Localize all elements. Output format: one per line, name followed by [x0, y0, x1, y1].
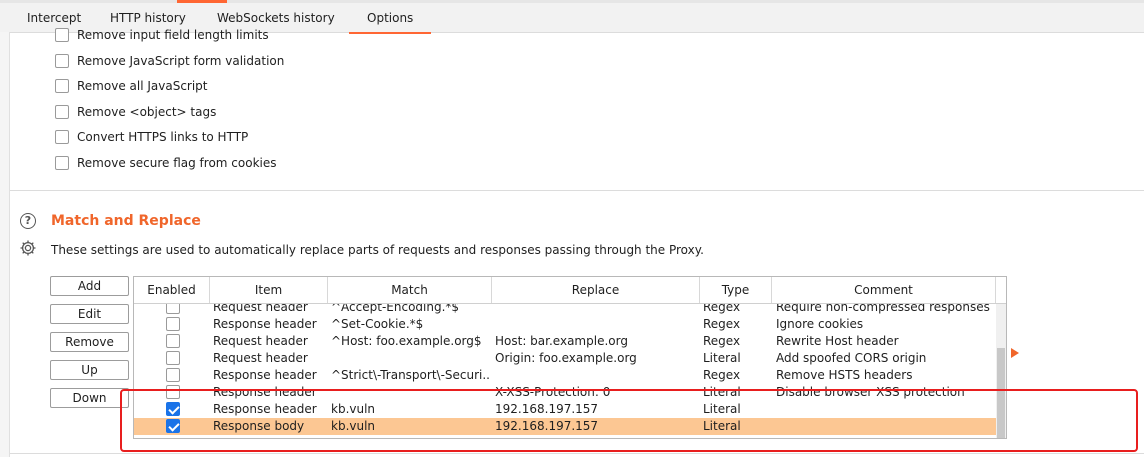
cell-item: Response header	[213, 317, 317, 331]
checkbox[interactable]	[55, 54, 69, 68]
section-divider	[10, 190, 1144, 191]
option-remove-object-tags[interactable]: Remove <object> tags	[55, 104, 216, 120]
tab-options[interactable]: Options	[348, 11, 432, 34]
table-row[interactable]: Request header ^Host: foo.example.org$ H…	[134, 333, 996, 350]
table-header: Enabled Item Match Replace Type Comment	[134, 277, 1006, 304]
row-enabled-checkbox[interactable]	[166, 334, 180, 348]
edit-button[interactable]: Edit	[50, 304, 129, 324]
checkbox[interactable]	[55, 156, 69, 170]
cell-type: Regex	[703, 368, 741, 382]
option-label: Remove <object> tags	[77, 105, 217, 119]
expand-arrow-icon[interactable]	[1011, 348, 1019, 358]
cell-item: Request header	[213, 334, 308, 348]
column-header-match[interactable]: Match	[328, 277, 492, 303]
annotation-highlight	[120, 389, 1138, 452]
table-row[interactable]: Request header Origin: foo.example.org L…	[134, 350, 996, 367]
cell-comment: Remove HSTS headers	[776, 368, 913, 382]
column-header-comment[interactable]: Comment	[772, 277, 996, 303]
cell-match: ^Host: foo.example.org$	[331, 334, 482, 348]
checkbox[interactable]	[55, 79, 69, 93]
tab-http-history[interactable]: HTTP history	[110, 11, 186, 25]
tab-intercept[interactable]: Intercept	[27, 11, 81, 25]
option-convert-https-links[interactable]: Convert HTTPS links to HTTP	[55, 129, 248, 145]
table-row[interactable]: Response header ^Set-Cookie.*$ Regex Ign…	[134, 316, 996, 333]
cell-comment: Rewrite Host header	[776, 334, 899, 348]
column-header-type[interactable]: Type	[700, 277, 772, 303]
option-remove-secure-flag[interactable]: Remove secure flag from cookies	[55, 155, 277, 171]
option-label: Remove secure flag from cookies	[77, 156, 277, 170]
cell-type: Regex	[703, 334, 741, 348]
cell-type: Literal	[703, 351, 741, 365]
cell-item: Response header	[213, 368, 317, 382]
tab-websockets-history[interactable]: WebSockets history	[217, 11, 335, 25]
cell-replace	[495, 367, 695, 384]
add-button[interactable]: Add	[50, 276, 129, 296]
cell-replace	[495, 316, 695, 333]
option-remove-js-form-validation[interactable]: Remove JavaScript form validation	[55, 53, 284, 69]
remove-button[interactable]: Remove	[50, 332, 129, 352]
active-upper-tab-indicator	[177, 0, 227, 3]
row-enabled-checkbox[interactable]	[166, 317, 180, 331]
cell-comment: Ignore cookies	[776, 317, 864, 331]
column-header-item[interactable]: Item	[210, 277, 328, 303]
section-divider-bottom	[10, 453, 1144, 454]
up-button[interactable]: Up	[50, 360, 129, 380]
option-label: Remove JavaScript form validation	[77, 54, 285, 68]
help-icon[interactable]: ?	[20, 213, 36, 229]
column-header-replace[interactable]: Replace	[492, 277, 700, 303]
cell-item: Request header	[213, 351, 308, 365]
section-title: Match and Replace	[51, 213, 201, 229]
option-label: Convert HTTPS links to HTTP	[77, 130, 249, 144]
cell-match: ^Set-Cookie.*$	[331, 317, 424, 331]
table-row[interactable]: Response header ^Strict\-Transport\-Secu…	[134, 367, 996, 384]
checkbox[interactable]	[55, 105, 69, 119]
column-header-enabled[interactable]: Enabled	[134, 277, 210, 303]
cell-match: ^Strict\-Transport\-Securi...	[331, 368, 489, 382]
cell-comment: Add spoofed CORS origin	[776, 351, 927, 365]
cell-replace: Origin: foo.example.org	[495, 351, 637, 365]
option-remove-input-length-limits[interactable]: Remove input field length limits	[55, 27, 269, 43]
cell-replace: Host: bar.example.org	[495, 334, 628, 348]
checkbox[interactable]	[55, 130, 69, 144]
row-enabled-checkbox[interactable]	[166, 368, 180, 382]
down-button[interactable]: Down	[50, 388, 129, 408]
section-description: These settings are used to automatically…	[51, 243, 704, 257]
cell-match	[331, 350, 489, 367]
cell-type: Regex	[703, 317, 741, 331]
option-remove-all-javascript[interactable]: Remove all JavaScript	[55, 78, 208, 94]
option-label: Remove all JavaScript	[77, 79, 208, 93]
row-enabled-checkbox[interactable]	[166, 351, 180, 365]
option-label: Remove input field length limits	[77, 28, 269, 42]
upper-tab-strip-edge	[0, 0, 1144, 3]
left-margin	[0, 32, 10, 457]
checkbox[interactable]	[55, 28, 69, 42]
gear-icon[interactable]	[19, 239, 37, 257]
